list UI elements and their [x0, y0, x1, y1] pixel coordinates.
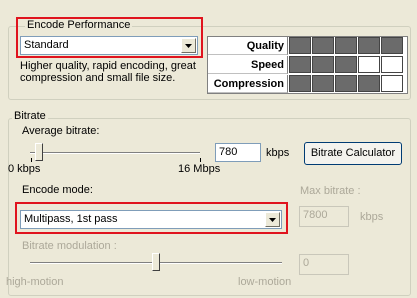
grid-cell	[289, 75, 311, 92]
grid-row: Compression	[208, 75, 407, 93]
bitrate-calculator-button[interactable]: Bitrate Calculator	[304, 142, 402, 165]
grid-cell	[381, 56, 403, 73]
grid-cell	[312, 37, 334, 54]
max-bitrate-input[interactable]: 7800	[299, 206, 349, 227]
average-bitrate-tick-min	[31, 158, 32, 162]
grid-cell	[358, 37, 380, 54]
grid-cell	[381, 37, 403, 54]
average-bitrate-thumb[interactable]	[34, 143, 43, 161]
modulation-input[interactable]: 0	[299, 254, 349, 275]
grid-row: Speed	[208, 56, 407, 74]
preset-highlight	[16, 17, 203, 58]
average-bitrate-unit: kbps	[266, 147, 290, 159]
grid-row-label: Compression	[208, 75, 288, 93]
grid-cell	[381, 75, 403, 92]
grid-cell	[358, 75, 380, 92]
bitrate-max-label: 16 Mbps	[178, 163, 221, 175]
max-bitrate-label: Max bitrate :	[300, 185, 361, 197]
average-bitrate-track	[30, 152, 200, 154]
modulation-left-label: high-motion	[6, 276, 64, 288]
grid-row-label: Speed	[208, 56, 288, 74]
max-bitrate-unit: kbps	[360, 211, 384, 223]
grid-cell	[358, 56, 380, 73]
grid-cell	[312, 56, 334, 73]
encode-mode-highlight	[15, 202, 288, 234]
grid-row-label: Quality	[208, 37, 288, 55]
grid-cell	[312, 75, 334, 92]
grid-cell	[335, 56, 357, 73]
grid-cell	[335, 75, 357, 92]
grid-cell	[335, 37, 357, 54]
grid-cell	[289, 37, 311, 54]
average-bitrate-label: Average bitrate:	[22, 125, 100, 137]
performance-grid: Quality Speed Compression	[207, 36, 408, 94]
modulation-right-label: low-motion	[238, 276, 292, 288]
bitrate-legend: Bitrate	[12, 110, 48, 122]
average-bitrate-tick-max	[200, 158, 201, 162]
grid-cell	[289, 56, 311, 73]
modulation-thumb[interactable]	[152, 253, 160, 271]
grid-row: Quality	[208, 37, 407, 55]
average-bitrate-input[interactable]: 780	[215, 143, 261, 162]
preset-description: Higher quality, rapid encoding, great co…	[20, 60, 196, 84]
encode-mode-label: Encode mode:	[22, 184, 93, 196]
bitrate-modulation-label: Bitrate modulation :	[22, 240, 117, 252]
bitrate-min-label: 0 kbps	[8, 163, 41, 175]
